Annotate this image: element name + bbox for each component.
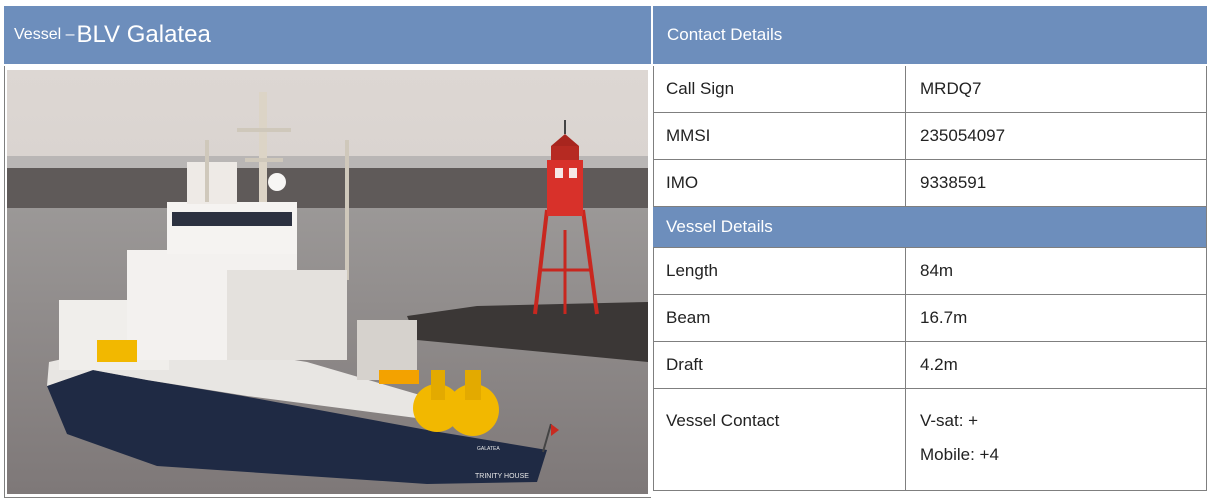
call-sign-label: Call Sign bbox=[653, 66, 906, 112]
vessel-contact-values: V-sat: + Mobile: +4 bbox=[906, 389, 1206, 490]
detail-row-imo: IMO 9338591 bbox=[653, 160, 1206, 207]
vessel-photo-frame: TRINITY HOUSE GALATEA bbox=[4, 66, 651, 498]
hull-lettering: TRINITY HOUSE bbox=[475, 473, 529, 480]
draft-value: 4.2m bbox=[920, 355, 958, 374]
detail-row-call-sign: Call Sign MRDQ7 bbox=[653, 66, 1206, 113]
detail-row-draft: Draft 4.2m bbox=[653, 342, 1206, 389]
vessel-header-prefix: Vessel – bbox=[14, 26, 75, 43]
vessel-sheet: Vessel – BLV Galatea Contact Details TRI… bbox=[4, 6, 1207, 498]
vessel-contact-label: Vessel Contact bbox=[653, 389, 906, 490]
mmsi-label: MMSI bbox=[653, 113, 906, 159]
imo-value: 9338591 bbox=[920, 173, 987, 192]
beam-value: 16.7m bbox=[920, 308, 968, 327]
vessel-details-header: Vessel Details bbox=[653, 207, 1206, 248]
detail-row-beam: Beam 16.7m bbox=[653, 295, 1206, 342]
imo-label: IMO bbox=[653, 160, 906, 206]
vessel-name: BLV Galatea bbox=[76, 21, 211, 48]
beam-label: Beam bbox=[653, 295, 906, 341]
length-value: 84m bbox=[920, 261, 954, 280]
contact-details-title: Contact Details bbox=[667, 25, 783, 44]
vessel-photo: TRINITY HOUSE GALATEA bbox=[7, 70, 648, 494]
vsat-number: V-sat: + bbox=[920, 411, 979, 430]
mobile-number: Mobile: +4 bbox=[920, 445, 999, 464]
detail-row-vessel-contact: Vessel Contact V-sat: + Mobile: +4 bbox=[653, 389, 1206, 491]
vessel-header: Vessel – BLV Galatea bbox=[4, 6, 651, 64]
detail-row-length: Length 84m bbox=[653, 248, 1206, 295]
mmsi-value: 235054097 bbox=[920, 126, 1006, 145]
call-sign-value: MRDQ7 bbox=[920, 79, 982, 98]
length-label: Length bbox=[653, 248, 906, 294]
details-table: Call Sign MRDQ7 MMSI 235054097 IMO 93385… bbox=[653, 66, 1207, 491]
bow-name: GALATEA bbox=[477, 446, 500, 452]
contact-details-header: Contact Details bbox=[653, 6, 1207, 64]
draft-label: Draft bbox=[653, 342, 906, 388]
detail-row-mmsi: MMSI 235054097 bbox=[653, 113, 1206, 160]
